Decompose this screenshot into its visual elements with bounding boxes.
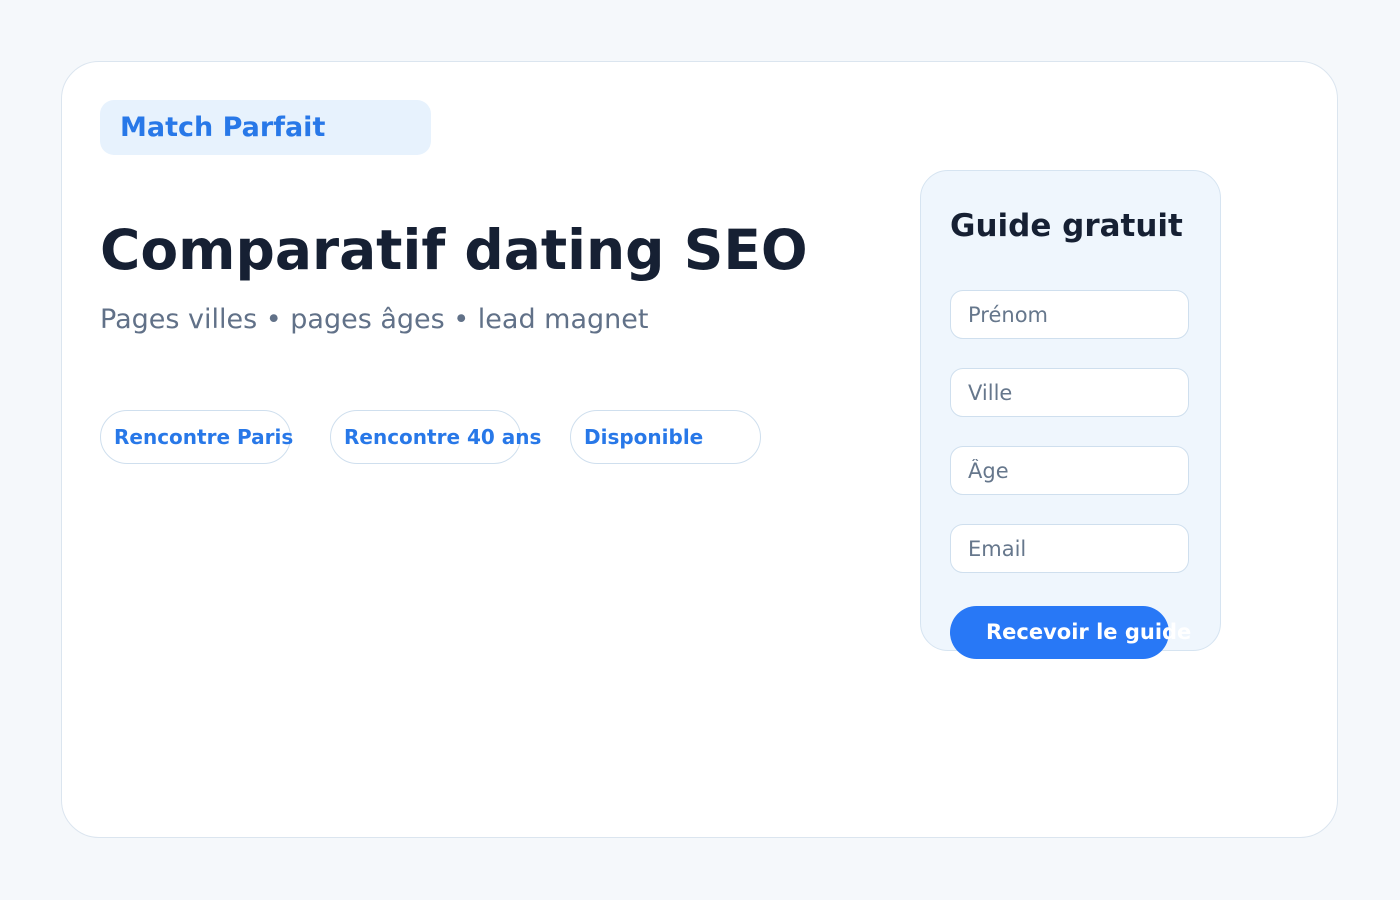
chip-label: Disponible [584, 425, 704, 449]
brand-name: Match Parfait [120, 112, 326, 143]
first-name-input[interactable] [950, 290, 1189, 339]
age-input[interactable] [950, 446, 1189, 495]
brand-badge: Match Parfait [100, 100, 431, 155]
chip-rencontre-40-ans[interactable]: Rencontre 40 ans [330, 410, 541, 464]
button-label: Recevoir le guide [986, 620, 1192, 644]
receive-guide-button[interactable]: Recevoir le guide [950, 606, 1191, 659]
chip-rencontre-paris[interactable]: Rencontre Paris [100, 410, 294, 464]
page-subtitle: Pages villes • pages âges • lead magnet [100, 304, 649, 335]
form-title: Guide gratuit [950, 208, 1183, 244]
chip-label: Rencontre Paris [114, 425, 294, 449]
chip-label: Rencontre 40 ans [344, 425, 542, 449]
city-input[interactable] [950, 368, 1189, 417]
page-title: Comparatif dating SEO [100, 218, 808, 282]
chip-disponible[interactable]: Disponible [570, 410, 761, 464]
email-input[interactable] [950, 524, 1189, 573]
